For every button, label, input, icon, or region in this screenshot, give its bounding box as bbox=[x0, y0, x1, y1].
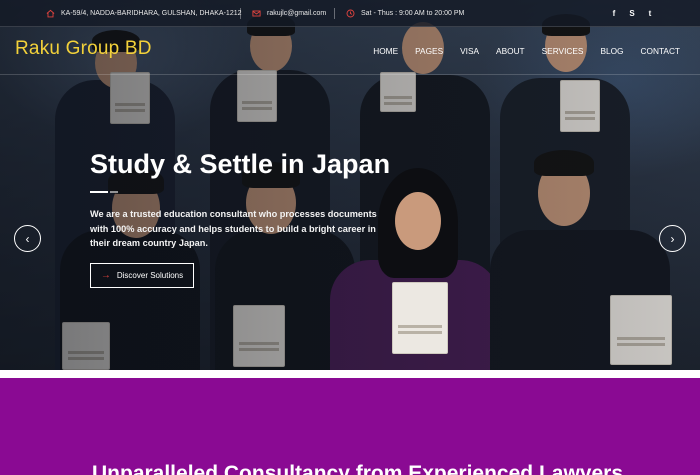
nav-item-services[interactable]: SERVICES bbox=[542, 46, 584, 56]
main-navbar: Raku Group BD HOME PAGES VISA ABOUT SERV… bbox=[0, 27, 700, 75]
cta-label: Discover Solutions bbox=[116, 271, 184, 280]
nav-item-blog[interactable]: BLOG bbox=[600, 46, 623, 56]
arrow-right-icon: → bbox=[100, 269, 111, 281]
brand-logo[interactable]: Raku Group BD bbox=[15, 38, 152, 60]
social-links: f S t bbox=[610, 0, 654, 27]
skype-icon[interactable]: S bbox=[628, 9, 636, 18]
nav-item-home[interactable]: HOME bbox=[373, 46, 398, 56]
section-title: Unparalleled Consultancy from Experience… bbox=[92, 462, 624, 475]
consultancy-section: Unparalleled Consultancy from Experience… bbox=[0, 378, 700, 475]
hours-text: Sat - Thus : 9:00 AM to 20:00 PM bbox=[361, 10, 465, 17]
home-icon bbox=[46, 9, 55, 18]
facebook-icon[interactable]: f bbox=[610, 9, 618, 18]
twitter-icon[interactable]: t bbox=[646, 9, 654, 18]
hero-title: Study & Settle in Japan bbox=[90, 149, 391, 179]
divider bbox=[334, 8, 335, 19]
envelope-icon bbox=[252, 10, 261, 17]
section-spacer bbox=[0, 370, 700, 378]
address-info: KA-59/4, NADDA-BARIDHARA, GULSHAN, DHAKA… bbox=[46, 0, 242, 27]
email-info[interactable]: rakujlc@gmail.com bbox=[252, 0, 326, 27]
title-underline bbox=[90, 191, 108, 193]
divider bbox=[240, 8, 241, 19]
email-text[interactable]: rakujlc@gmail.com bbox=[267, 10, 326, 17]
chevron-left-icon: ‹ bbox=[25, 231, 30, 246]
slider-prev-button[interactable]: ‹ bbox=[14, 225, 41, 252]
title-underline-accent bbox=[110, 191, 118, 193]
nav-item-contact[interactable]: CONTACT bbox=[641, 46, 680, 56]
hero-description: We are a trusted education consultant wh… bbox=[90, 209, 377, 248]
address-text: KA-59/4, NADDA-BARIDHARA, GULSHAN, DHAKA… bbox=[61, 10, 242, 17]
discover-solutions-button[interactable]: → Discover Solutions bbox=[90, 263, 194, 288]
slider-next-button[interactable]: › bbox=[659, 225, 686, 252]
nav-item-about[interactable]: ABOUT bbox=[496, 46, 525, 56]
chevron-right-icon: › bbox=[670, 231, 675, 246]
nav-item-visa[interactable]: VISA bbox=[460, 46, 479, 56]
top-info-bar: KA-59/4, NADDA-BARIDHARA, GULSHAN, DHAKA… bbox=[0, 0, 700, 27]
nav-item-pages[interactable]: PAGES bbox=[415, 46, 443, 56]
clock-icon bbox=[346, 9, 355, 18]
nav-menu: HOME PAGES VISA ABOUT SERVICES BLOG CONT… bbox=[356, 27, 680, 75]
hours-info: Sat - Thus : 9:00 AM to 20:00 PM bbox=[346, 0, 464, 27]
